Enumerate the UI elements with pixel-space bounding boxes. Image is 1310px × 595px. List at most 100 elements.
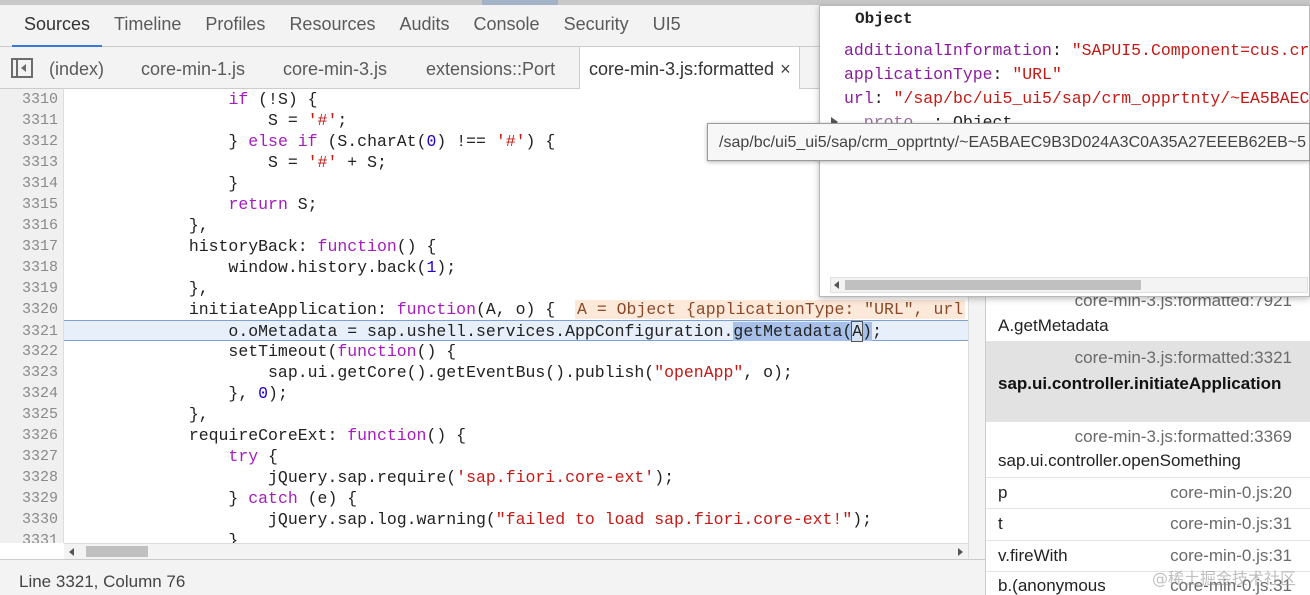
code-text: try { — [228, 447, 278, 466]
file-tab-core-min-3-formatted[interactable]: core-min-3.js:formatted × — [579, 47, 800, 90]
line-number[interactable]: 3317 — [0, 236, 58, 257]
property-key: url — [844, 89, 874, 108]
code-text: jQuery.sap.require('sap.fiori.core-ext')… — [70, 468, 675, 487]
scroll-right-icon[interactable] — [958, 548, 963, 556]
code-text: } — [70, 531, 239, 543]
line-number[interactable]: 3315 — [0, 194, 58, 215]
scroll-left-icon[interactable] — [69, 548, 74, 556]
frame-location: core-min-0.js:31 — [1170, 514, 1292, 533]
code-text: return S; — [228, 195, 318, 214]
call-frame[interactable]: core-min-3.js:formatted:3369 sap.ui.cont… — [986, 422, 1310, 478]
property-value: "/sap/bc/ui5_ui5/sap/crm_opprtnty/~EA5BA… — [893, 89, 1310, 108]
scroll-thumb[interactable] — [86, 546, 148, 557]
line-number[interactable]: 3324 — [0, 383, 58, 404]
line-number[interactable]: 3314 — [0, 173, 58, 194]
property-key: additionalInformation — [844, 41, 1052, 60]
property-key: applicationType — [844, 65, 993, 84]
cursor-position-status: Line 3321, Column 76 — [0, 559, 985, 595]
property-row[interactable]: url: "/sap/bc/ui5_ui5/sap/crm_opprtnty/~… — [844, 89, 1309, 108]
code-line[interactable]: 3320 initiateApplication: function(A, o)… — [0, 299, 985, 320]
frame-function: sap.ui.controller.initiateApplication — [998, 374, 1282, 393]
code-text: S = '#'; — [70, 111, 348, 130]
close-tab-icon[interactable]: × — [780, 59, 791, 79]
call-frame[interactable]: core-min-3.js:formatted:7921 A.getMetada… — [986, 295, 1310, 342]
frame-function: b.(anonymous — [998, 576, 1106, 595]
property-row[interactable]: applicationType: "URL" — [844, 65, 1062, 84]
code-text: }, — [70, 216, 209, 235]
line-number[interactable]: 3329 — [0, 488, 58, 509]
code-text: window.history.back(1); — [70, 258, 457, 277]
property-row[interactable]: additionalInformation: "SAPUI5.Component… — [844, 41, 1309, 60]
tab-sources[interactable]: Sources — [12, 5, 103, 47]
editor-horizontal-scrollbar[interactable] — [64, 543, 968, 559]
code-line[interactable]: 3324 }, 0); — [0, 383, 985, 404]
tab-security[interactable]: Security — [552, 5, 641, 47]
scroll-thumb[interactable] — [845, 280, 1141, 290]
line-number[interactable]: 3318 — [0, 257, 58, 278]
frame-function: t — [998, 514, 1003, 533]
call-frame[interactable]: t core-min-0.js:31 — [986, 509, 1310, 541]
line-number[interactable]: 3319 — [0, 278, 58, 299]
frame-function: v.fireWith — [998, 546, 1068, 565]
tab-resources[interactable]: Resources — [277, 5, 387, 47]
line-number[interactable]: 3320 — [0, 299, 58, 320]
code-line[interactable]: 3329 } catch (e) { — [0, 488, 985, 509]
code-text: historyBack: function() { — [70, 237, 437, 256]
tab-ui5[interactable]: UI5 — [641, 5, 693, 47]
call-frame[interactable]: p core-min-0.js:20 — [986, 478, 1310, 509]
code-line[interactable]: 3330 jQuery.sap.log.warning("failed to l… — [0, 509, 985, 530]
tab-timeline[interactable]: Timeline — [102, 5, 193, 47]
execution-line[interactable]: 3321 o.oMetadata = sap.ushell.services.A… — [0, 320, 968, 342]
popover-horizontal-scrollbar[interactable] — [830, 277, 1308, 293]
toggle-navigator-icon[interactable] — [11, 58, 33, 78]
line-number[interactable]: 3326 — [0, 425, 58, 446]
code-line[interactable]: 3327 try { — [0, 446, 985, 467]
panel-tabs: Sources Timeline Profiles Resources Audi… — [12, 5, 693, 47]
line-number[interactable]: 3323 — [0, 362, 58, 383]
line-number[interactable]: 3331 — [0, 530, 58, 543]
frame-function: p — [998, 483, 1008, 502]
file-tab-extensions-port[interactable]: extensions::Port — [426, 47, 555, 89]
code-text: jQuery.sap.log.warning("failed to load s… — [70, 510, 873, 529]
line-number[interactable]: 3325 — [0, 404, 58, 425]
code-line[interactable]: 3325 }, — [0, 404, 985, 425]
tab-audits[interactable]: Audits — [387, 5, 461, 47]
code-line[interactable]: 3331 } — [0, 530, 985, 543]
code-line[interactable]: 3328 jQuery.sap.require('sap.fiori.core-… — [0, 467, 985, 488]
frame-location: core-min-0.js:20 — [1170, 483, 1292, 502]
code-text: } catch (e) { — [70, 489, 358, 508]
line-number[interactable]: 3312 — [0, 131, 58, 152]
line-number[interactable]: 3321 — [0, 321, 58, 342]
code-text: sap.ui.getCore().getEventBus().publish("… — [70, 363, 793, 382]
line-number[interactable]: 3316 — [0, 215, 58, 236]
code-line[interactable]: 3323 sap.ui.getCore().getEventBus().publ… — [0, 362, 985, 383]
frame-location: core-min-0.js:31 — [1170, 546, 1292, 565]
tab-profiles[interactable]: Profiles — [193, 5, 277, 47]
code-text: }, — [70, 405, 209, 424]
inline-value-hint: A = Object {applicationType: "URL", url — [575, 300, 966, 319]
file-tab-index[interactable]: (index) — [49, 47, 104, 89]
call-frame-selected[interactable]: core-min-3.js:formatted:3321 sap.ui.cont… — [986, 342, 1310, 422]
line-number[interactable]: 3310 — [0, 89, 58, 110]
file-tab-core-min-1[interactable]: core-min-1.js — [141, 47, 245, 89]
scroll-left-icon[interactable] — [834, 281, 839, 289]
code-text: o.oMetadata = sap.ushell.services.AppCon… — [70, 321, 882, 342]
line-number[interactable]: 3313 — [0, 152, 58, 173]
line-number[interactable]: 3322 — [0, 341, 58, 362]
line-number[interactable]: 3327 — [0, 446, 58, 467]
code-line[interactable]: 3322 setTimeout(function() { — [0, 341, 985, 362]
call-stack-panel: core-min-3.js:formatted:7921 A.getMetada… — [985, 295, 1310, 595]
code-text: }, 0); — [70, 384, 288, 403]
code-text: S = '#' + S; — [70, 153, 387, 172]
code-text: } else if (S.charAt(0) !== '#') { — [70, 132, 556, 151]
line-number[interactable]: 3328 — [0, 467, 58, 488]
code-line[interactable]: 3326 requireCoreExt: function() { — [0, 425, 985, 446]
frame-location: core-min-3.js:formatted:3369 — [1074, 427, 1292, 446]
line-number[interactable]: 3311 — [0, 110, 58, 131]
property-value: "URL" — [1012, 65, 1062, 84]
tab-console[interactable]: Console — [462, 5, 552, 47]
hovered-variable: A — [851, 321, 864, 342]
line-number[interactable]: 3330 — [0, 509, 58, 530]
file-tab-core-min-3[interactable]: core-min-3.js — [283, 47, 387, 89]
code-text: }, — [70, 279, 209, 298]
